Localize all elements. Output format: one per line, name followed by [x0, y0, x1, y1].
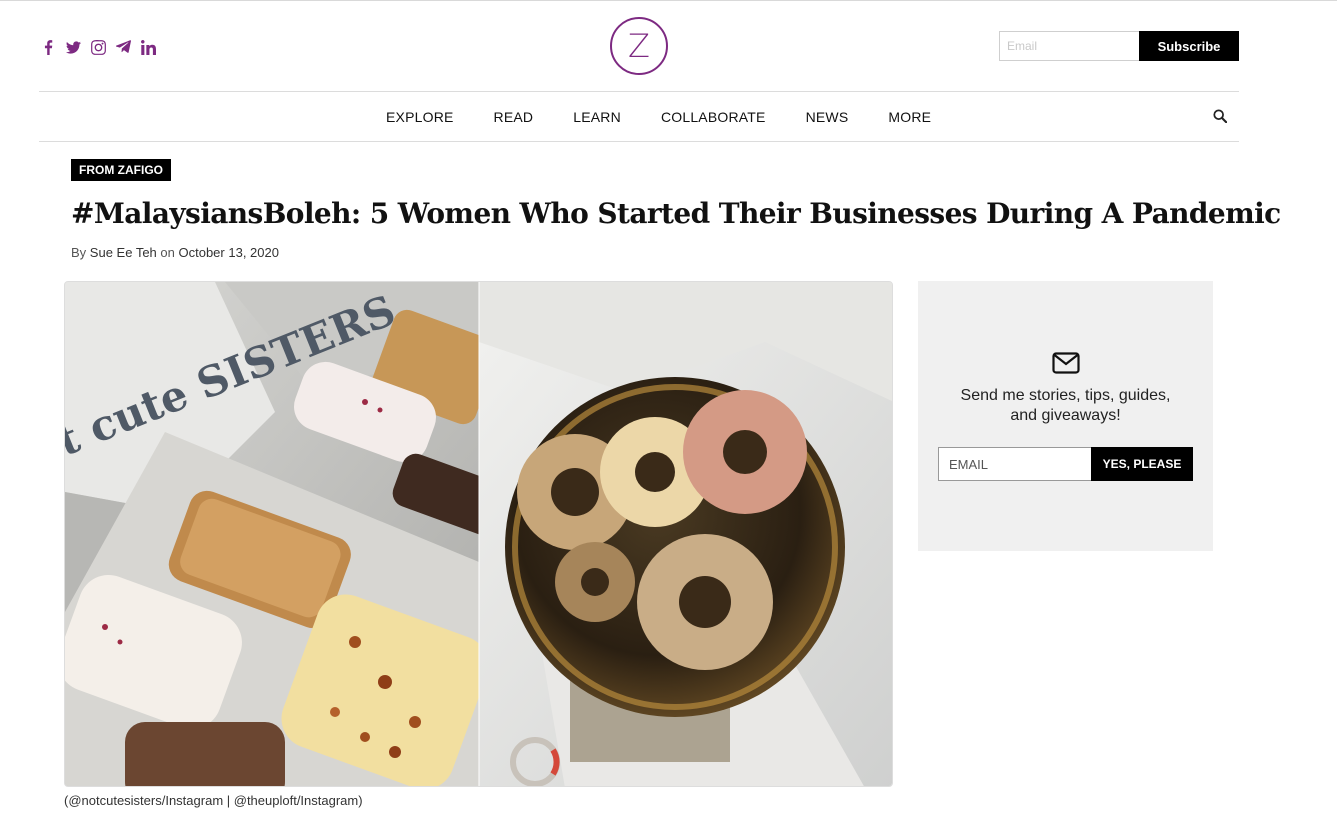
nav-item-collaborate[interactable]: COLLABORATE [661, 109, 766, 125]
nav-item-news[interactable]: NEWS [806, 109, 849, 125]
nav-item-explore[interactable]: EXPLORE [386, 109, 454, 125]
site-logo[interactable]: Z [610, 17, 668, 75]
byline: By Sue Ee Teh on October 13, 2020 [71, 245, 279, 260]
twitter-icon[interactable] [65, 38, 81, 56]
newsletter-signup: Send me stories, tips, guides, and givea… [918, 281, 1213, 551]
signup-text-line2: and giveaways! [1010, 407, 1121, 424]
logo-letter: Z [628, 27, 650, 65]
hero-caption: (@notcutesisters/Instagram | @theuploft/… [64, 793, 363, 808]
article-title: #MalaysiansBoleh: 5 Women Who Started Th… [71, 197, 1281, 230]
publish-date: October 13, 2020 [178, 245, 279, 260]
yes-please-button[interactable]: YES, PLEASE [1091, 447, 1193, 481]
facebook-icon[interactable] [40, 38, 56, 56]
telegram-icon[interactable] [115, 38, 131, 56]
signup-text: Send me stories, tips, guides, and givea… [918, 386, 1213, 426]
header-subscribe-form: Subscribe [999, 31, 1239, 61]
signup-form: YES, PLEASE [938, 447, 1193, 481]
byline-on: on [160, 245, 175, 260]
signup-email-input[interactable] [938, 447, 1091, 481]
nav-item-learn[interactable]: LEARN [573, 109, 621, 125]
signup-text-line1: Send me stories, tips, guides, [960, 387, 1171, 404]
hero-image: t cute SISTERS. [64, 281, 893, 787]
nav-item-read[interactable]: READ [494, 109, 534, 125]
hero-collage: t cute SISTERS. [65, 282, 892, 786]
nav-item-more[interactable]: MORE [888, 109, 931, 125]
scrunchie-photo [479, 282, 892, 786]
social-links [40, 38, 156, 56]
subscribe-button[interactable]: Subscribe [1139, 31, 1239, 61]
byline-by: By [71, 245, 87, 260]
author-link[interactable]: Sue Ee Teh [90, 245, 157, 260]
nav-list: EXPLORE READ LEARN COLLABORATE NEWS MORE [386, 92, 931, 141]
linkedin-icon[interactable] [140, 38, 156, 56]
cake-photo: t cute SISTERS. [65, 282, 507, 786]
category-badge[interactable]: FROM ZAFIGO [71, 159, 171, 181]
search-icon[interactable] [1213, 109, 1229, 125]
top-divider [0, 0, 1337, 1]
envelope-icon [1052, 352, 1080, 374]
main-nav: EXPLORE READ LEARN COLLABORATE NEWS MORE [39, 91, 1239, 142]
header-email-input[interactable] [999, 31, 1139, 61]
instagram-icon[interactable] [90, 38, 106, 56]
